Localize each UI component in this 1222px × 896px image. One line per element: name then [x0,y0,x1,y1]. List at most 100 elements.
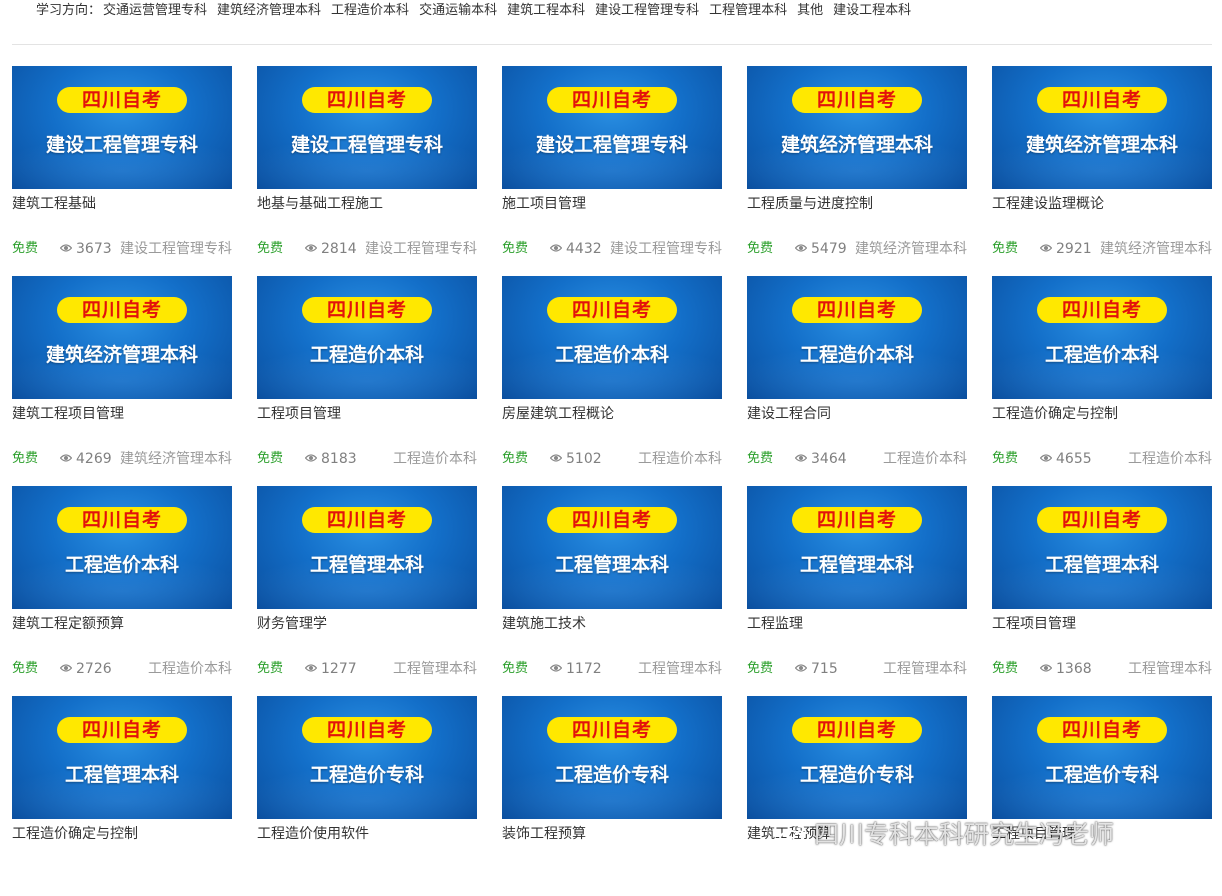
course-card[interactable]: 四川自考 建设工程管理专科施工项目管理 免费 4432 建设工程管理专科 [502,66,722,266]
major-tag[interactable]: 工程造价本科 [883,449,967,469]
course-card[interactable]: 四川自考 建筑经济管理本科 工程质量与进度控制 免费 5479 建筑经济管理本科 [747,66,967,266]
filter-item[interactable]: 建设工程管理专科 [595,0,699,22]
eye-icon [1040,664,1052,672]
course-thumbnail[interactable]: 四川自考 工程造价本科 [747,276,967,399]
course-thumbnail[interactable]: 四川自考 工程造价专科 [992,696,1212,819]
course-title[interactable]: 建筑工程定额预算 [12,614,232,634]
course-title[interactable]: 工程建设监理概论 [992,194,1212,214]
course-title[interactable]: 建筑工程项目管理 [12,404,232,424]
banner-badge: 四川自考 [547,507,677,533]
major-tag[interactable]: 建设工程管理专科 [365,239,477,259]
filter-item[interactable]: 交通运输本科 [419,0,497,22]
course-meta: 免费 4432 建设工程管理专科 [502,239,722,259]
course-title[interactable]: 建筑工程基础 [12,194,232,214]
course-card[interactable]: 四川自考 工程管理本科 工程项目管理 免费 1368 工程管理本科 [992,486,1212,686]
course-card[interactable]: 四川自考 工程造价专科工程造价使用软件 [257,696,477,896]
major-tag[interactable]: 工程造价本科 [638,449,722,469]
view-count: 3464 [811,451,847,467]
course-card[interactable]: 四川自考 工程造价专科 建筑工程预算 [747,696,967,896]
course-thumbnail[interactable]: 四川自考 工程造价本科 [12,486,232,609]
course-thumbnail[interactable]: 四川自考 工程造价本科 [257,276,477,399]
major-tag[interactable]: 工程管理本科 [393,659,477,679]
filter-item[interactable]: 工程造价本科 [331,0,409,22]
course-title[interactable]: 地基与基础工程施工 [257,194,477,214]
course-card[interactable]: 四川自考 工程管理本科 财务管理学 免费 1277 工程管理本科 [257,486,477,686]
course-thumbnail[interactable]: 四川自考 工程管理本科 [992,486,1212,609]
banner-badge: 四川自考 [302,297,432,323]
filter-item[interactable]: 其他 [797,0,823,22]
course-title[interactable]: 财务管理学 [257,614,477,634]
course-title[interactable]: 房屋建筑工程概论 [502,404,722,424]
course-card[interactable]: 四川自考 工程管理本科工程造价确定与控制 [12,696,232,896]
major-tag[interactable]: 工程造价本科 [1128,449,1212,469]
eye-icon [305,454,317,462]
course-card[interactable]: 四川自考 工程造价本科工程造价确定与控制 免费 4655 工程造价本科 [992,276,1212,476]
course-title[interactable]: 工程项目管理 [257,404,477,424]
course-title[interactable]: 工程项目管理 [992,614,1212,634]
banner-badge: 四川自考 [792,717,922,743]
course-card[interactable]: 四川自考 工程管理本科 工程监理 免费 715 工程管理本科 [747,486,967,686]
banner-major: 工程造价专科 [309,764,424,786]
course-card[interactable]: 四川自考 建设工程管理专科 地基与基础工程施工 免费 2814 建设工程管理专科 [257,66,477,266]
course-thumbnail[interactable]: 四川自考 工程造价专科 [747,696,967,819]
course-thumbnail[interactable]: 四川自考 建筑经济管理本科 [12,276,232,399]
course-title[interactable]: 工程监理 [747,614,967,634]
filter-item[interactable]: 交通运营管理专科 [103,0,207,22]
course-card[interactable]: 四川自考 工程造价本科 建筑工程定额预算 免费 2726 工程造价本科 [12,486,232,686]
major-tag[interactable]: 建筑经济管理本科 [1100,239,1212,259]
banner-badge: 四川自考 [1037,87,1167,113]
course-thumbnail[interactable]: 四川自考 工程管理本科 [502,486,722,609]
banner-major: 工程造价专科 [1044,764,1159,786]
course-card[interactable]: 四川自考 工程造价本科 工程项目管理 免费 8183 工程造价本科 [257,276,477,476]
course-thumbnail[interactable]: 四川自考 建设工程管理专科 [502,66,722,189]
eye-icon [60,454,72,462]
course-thumbnail[interactable]: 四川自考 工程管理本科 [257,486,477,609]
course-thumbnail[interactable]: 四川自考 工程造价专科 [502,696,722,819]
filter-item[interactable]: 建筑经济管理本科 [217,0,321,22]
major-tag[interactable]: 建筑经济管理本科 [120,449,232,469]
course-thumbnail[interactable]: 四川自考 建筑经济管理本科 [747,66,967,189]
filter-item[interactable]: 建设工程本科 [833,0,911,22]
filter-items: 交通运营管理专科 建筑经济管理本科 工程造价本科 交通运输本科 建筑工程本科 建设工程管理… [103,3,921,18]
course-thumbnail[interactable]: 四川自考 工程造价本科 [502,276,722,399]
free-badge: 免费 [502,241,529,256]
course-card[interactable]: 四川自考 建筑经济管理本科 建筑工程项目管理 免费 4269 建筑经济管理本科 [12,276,232,476]
course-thumbnail[interactable]: 四川自考 建设工程管理专科 [257,66,477,189]
course-title[interactable]: 工程造价确定与控制 [12,824,232,844]
course-meta: 免费 4655 工程造价本科 [992,449,1212,469]
course-card[interactable]: 四川自考 建筑经济管理本科 工程建设监理概论 免费 2921 建筑经济管理本科 [992,66,1212,266]
course-title[interactable]: 建设工程合同 [747,404,967,424]
course-card[interactable]: 四川自考 工程造价本科 建设工程合同 免费 3464 工程造价本科 [747,276,967,476]
course-thumbnail[interactable]: 四川自考 工程造价专科 [257,696,477,819]
major-tag[interactable]: 建筑经济管理本科 [855,239,967,259]
view-count: 715 [811,661,838,677]
filter-item[interactable]: 建筑工程本科 [507,0,585,22]
course-thumbnail[interactable]: 四川自考 建筑经济管理本科 [992,66,1212,189]
eye-icon [60,244,72,252]
course-card[interactable]: 四川自考 工程造价专科 工程项目管理 [992,696,1212,896]
major-tag[interactable]: 工程管理本科 [638,659,722,679]
filter-item[interactable]: 工程管理本科 [709,0,787,22]
major-tag[interactable]: 建设工程管理专科 [120,239,232,259]
major-tag[interactable]: 建设工程管理专科 [610,239,722,259]
major-tag[interactable]: 工程造价本科 [393,449,477,469]
major-tag[interactable]: 工程管理本科 [1128,659,1212,679]
course-title[interactable]: 施工项目管理 [502,194,722,214]
course-thumbnail[interactable]: 四川自考 工程管理本科 [12,696,232,819]
banner-badge: 四川自考 [302,507,432,533]
course-card[interactable]: 四川自考 工程造价专科装饰工程预算 [502,696,722,896]
course-title[interactable]: 工程造价确定与控制 [992,404,1212,424]
course-thumbnail[interactable]: 四川自考 工程造价本科 [992,276,1212,399]
course-title[interactable]: 工程造价使用软件 [257,824,477,844]
course-title[interactable]: 装饰工程预算 [502,824,722,844]
course-card[interactable]: 四川自考 工程管理本科 建筑施工技术 免费 1172 工程管理本科 [502,486,722,686]
course-card[interactable]: 四川自考 建设工程管理专科 建筑工程基础 免费 3673 建设工程管理专科 [12,66,232,266]
course-card[interactable]: 四川自考 工程造价本科 房屋建筑工程概论 免费 5102 工程造价本科 [502,276,722,476]
free-badge: 免费 [992,451,1019,466]
major-tag[interactable]: 工程管理本科 [883,659,967,679]
course-thumbnail[interactable]: 四川自考 工程管理本科 [747,486,967,609]
course-thumbnail[interactable]: 四川自考 建设工程管理专科 [12,66,232,189]
course-title[interactable]: 建筑施工技术 [502,614,722,634]
major-tag[interactable]: 工程造价本科 [148,659,232,679]
course-title[interactable]: 工程质量与进度控制 [747,194,967,214]
